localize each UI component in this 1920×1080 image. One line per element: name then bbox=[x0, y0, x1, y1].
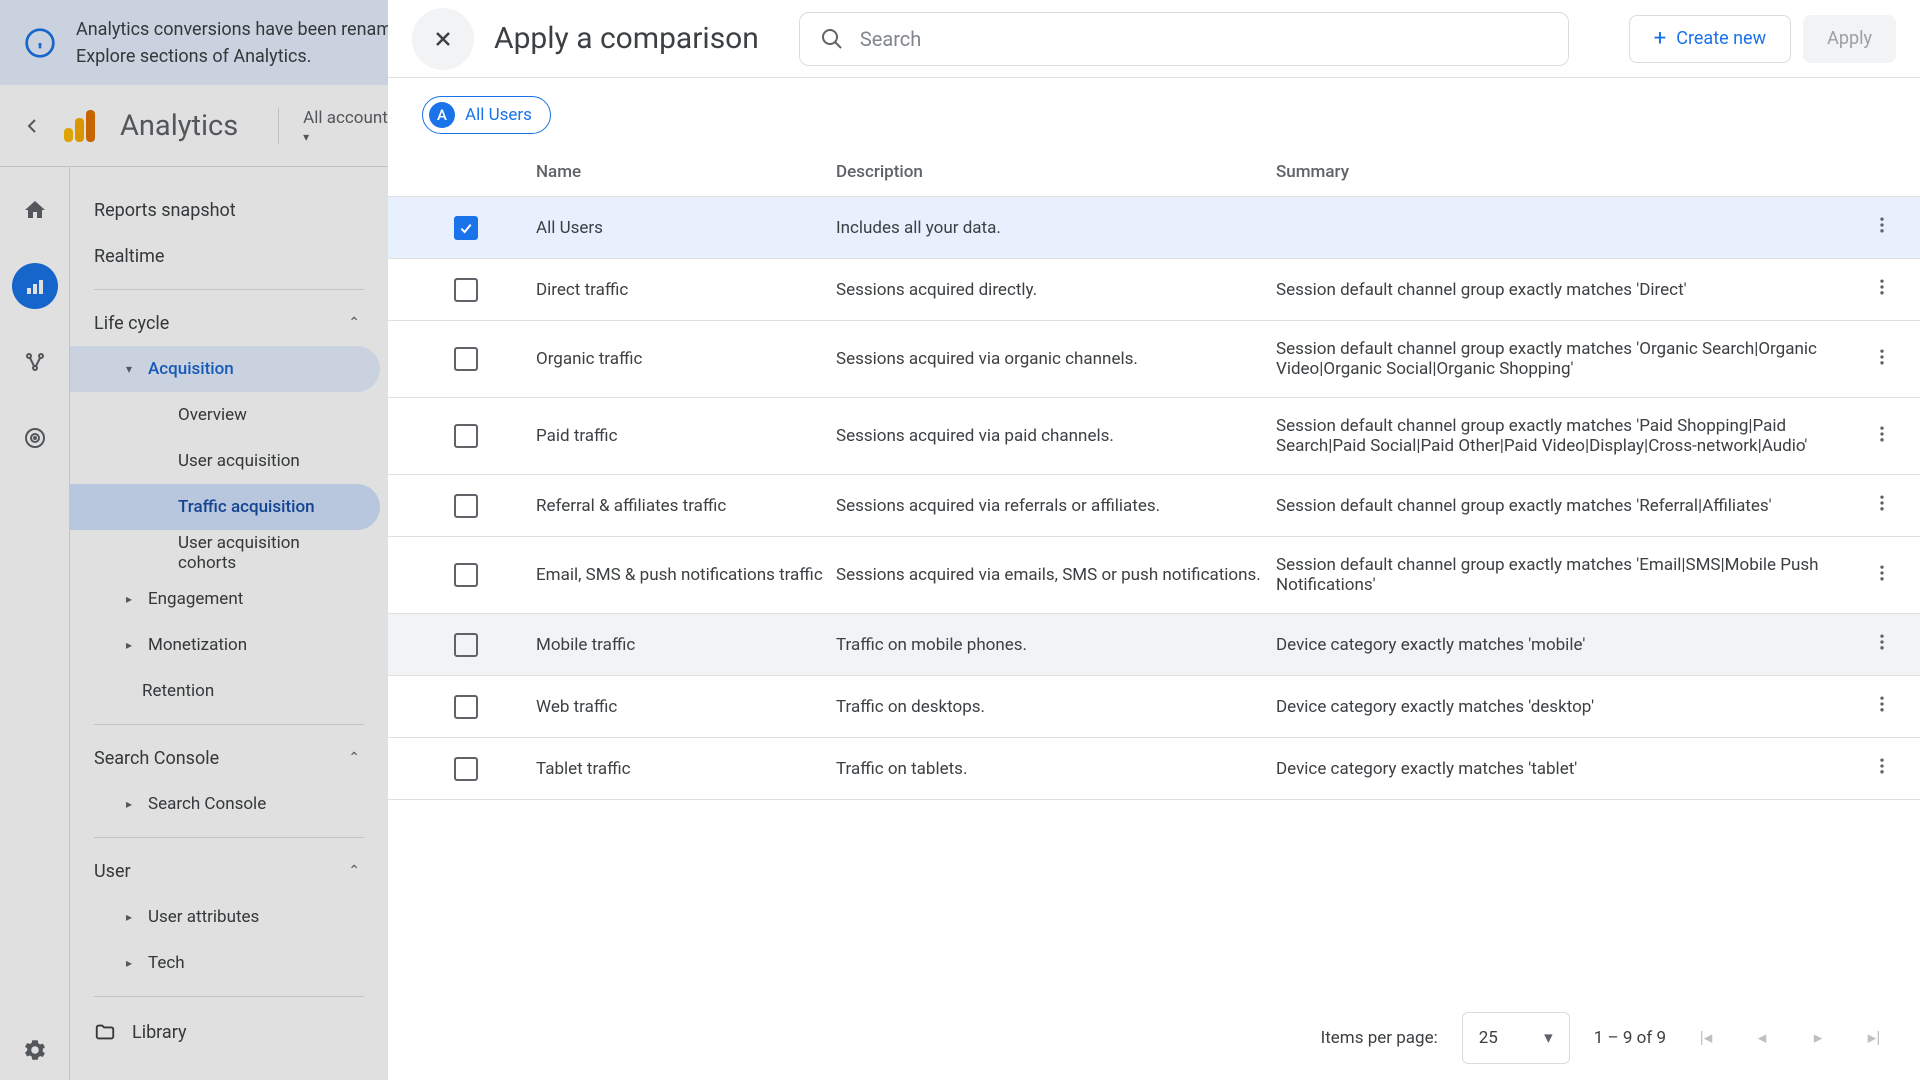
row-name: Mobile traffic bbox=[536, 635, 836, 655]
table-row[interactable]: Referral & affiliates trafficSessions ac… bbox=[388, 475, 1920, 537]
create-new-label: Create new bbox=[1676, 28, 1766, 49]
col-name: Name bbox=[536, 162, 836, 182]
table-row[interactable]: Web trafficTraffic on desktops.Device ca… bbox=[388, 676, 1920, 738]
page-last-button[interactable]: ▸| bbox=[1858, 1028, 1890, 1048]
row-checkbox[interactable] bbox=[454, 757, 478, 781]
chip-badge: A bbox=[429, 102, 455, 128]
row-more-button[interactable] bbox=[1852, 756, 1912, 781]
row-description: Sessions acquired via emails, SMS or pus… bbox=[836, 565, 1276, 585]
table-row[interactable]: Direct trafficSessions acquired directly… bbox=[388, 259, 1920, 321]
row-name: Email, SMS & push notifications traffic bbox=[536, 565, 836, 585]
col-description: Description bbox=[836, 162, 1276, 182]
page-first-button[interactable]: |◂ bbox=[1690, 1028, 1722, 1048]
table-row[interactable]: Organic trafficSessions acquired via org… bbox=[388, 321, 1920, 398]
create-new-button[interactable]: + Create new bbox=[1629, 15, 1791, 63]
row-description: Traffic on mobile phones. bbox=[836, 635, 1276, 655]
row-more-button[interactable] bbox=[1852, 632, 1912, 657]
page-range: 1 – 9 of 9 bbox=[1594, 1028, 1666, 1048]
chip-label: All Users bbox=[465, 105, 532, 125]
row-summary: Session default channel group exactly ma… bbox=[1276, 339, 1852, 379]
items-per-page-value: 25 bbox=[1479, 1028, 1498, 1048]
row-summary: Session default channel group exactly ma… bbox=[1276, 416, 1852, 456]
row-description: Sessions acquired via referrals or affil… bbox=[836, 496, 1276, 516]
close-icon bbox=[431, 27, 455, 51]
row-checkbox[interactable] bbox=[454, 347, 478, 371]
row-more-button[interactable] bbox=[1852, 277, 1912, 302]
search-field[interactable] bbox=[799, 12, 1569, 66]
chevron-down-icon: ▾ bbox=[1544, 1028, 1553, 1048]
dialog-title: Apply a comparison bbox=[494, 21, 759, 56]
row-more-button[interactable] bbox=[1852, 563, 1912, 588]
row-name: Referral & affiliates traffic bbox=[536, 496, 836, 516]
row-checkbox[interactable] bbox=[454, 424, 478, 448]
row-summary: Device category exactly matches 'mobile' bbox=[1276, 635, 1852, 655]
row-name: Paid traffic bbox=[536, 426, 836, 446]
row-name: Organic traffic bbox=[536, 349, 836, 369]
table-header: Name Description Summary bbox=[388, 152, 1920, 197]
row-description: Sessions acquired via organic channels. bbox=[836, 349, 1276, 369]
row-more-button[interactable] bbox=[1852, 424, 1912, 449]
close-button[interactable] bbox=[412, 8, 474, 70]
chip-row: A All Users bbox=[388, 78, 1920, 152]
row-more-button[interactable] bbox=[1852, 215, 1912, 240]
row-checkbox[interactable] bbox=[454, 695, 478, 719]
search-input[interactable] bbox=[860, 27, 1548, 51]
row-checkbox[interactable] bbox=[454, 278, 478, 302]
row-name: Web traffic bbox=[536, 697, 836, 717]
apply-button: Apply bbox=[1803, 15, 1896, 63]
table-row[interactable]: Paid trafficSessions acquired via paid c… bbox=[388, 398, 1920, 475]
row-description: Traffic on tablets. bbox=[836, 759, 1276, 779]
table-row[interactable]: Tablet trafficTraffic on tablets.Device … bbox=[388, 738, 1920, 800]
row-name: Direct traffic bbox=[536, 280, 836, 300]
comparison-dialog: Apply a comparison + Create new Apply A … bbox=[388, 0, 1920, 1080]
row-description: Sessions acquired via paid channels. bbox=[836, 426, 1276, 446]
row-summary: Session default channel group exactly ma… bbox=[1276, 496, 1852, 516]
col-summary: Summary bbox=[1276, 162, 1852, 182]
table-row[interactable]: Email, SMS & push notifications trafficS… bbox=[388, 537, 1920, 614]
comparison-table: Name Description Summary All UsersInclud… bbox=[388, 152, 1920, 996]
row-more-button[interactable] bbox=[1852, 493, 1912, 518]
row-summary: Session default channel group exactly ma… bbox=[1276, 280, 1852, 300]
row-summary: Device category exactly matches 'tablet' bbox=[1276, 759, 1852, 779]
row-name: All Users bbox=[536, 218, 836, 238]
table-row[interactable]: All UsersIncludes all your data. bbox=[388, 197, 1920, 259]
items-per-page-label: Items per page: bbox=[1321, 1028, 1438, 1048]
pagination: Items per page: 25 ▾ 1 – 9 of 9 |◂ ◂ ▸ ▸… bbox=[388, 996, 1920, 1080]
row-checkbox[interactable] bbox=[454, 633, 478, 657]
row-checkbox[interactable] bbox=[454, 494, 478, 518]
row-checkbox[interactable] bbox=[454, 563, 478, 587]
search-icon bbox=[820, 27, 844, 51]
page-next-button[interactable]: ▸ bbox=[1802, 1028, 1834, 1048]
row-description: Traffic on desktops. bbox=[836, 697, 1276, 717]
dialog-actions: + Create new Apply bbox=[1629, 15, 1896, 63]
plus-icon: + bbox=[1654, 26, 1666, 51]
row-more-button[interactable] bbox=[1852, 347, 1912, 372]
row-more-button[interactable] bbox=[1852, 694, 1912, 719]
table-row[interactable]: Mobile trafficTraffic on mobile phones.D… bbox=[388, 614, 1920, 676]
row-name: Tablet traffic bbox=[536, 759, 836, 779]
row-summary: Device category exactly matches 'desktop… bbox=[1276, 697, 1852, 717]
row-summary: Session default channel group exactly ma… bbox=[1276, 555, 1852, 595]
items-per-page-select[interactable]: 25 ▾ bbox=[1462, 1012, 1570, 1064]
row-description: Includes all your data. bbox=[836, 218, 1276, 238]
row-checkbox[interactable] bbox=[454, 216, 478, 240]
page-prev-button[interactable]: ◂ bbox=[1746, 1028, 1778, 1048]
dialog-header: Apply a comparison + Create new Apply bbox=[388, 0, 1920, 78]
chip-all-users[interactable]: A All Users bbox=[422, 96, 551, 134]
row-description: Sessions acquired directly. bbox=[836, 280, 1276, 300]
